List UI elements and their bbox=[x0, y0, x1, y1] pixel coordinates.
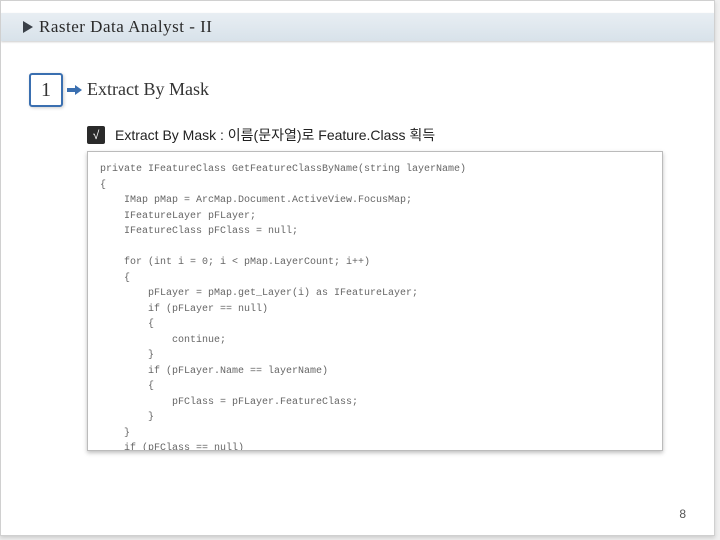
subtitle-text: Extract By Mask : 이름(문자열)로 Feature.Class… bbox=[115, 125, 435, 145]
code-frame: private IFeatureClass GetFeatureClassByN… bbox=[87, 151, 663, 451]
arrow-right-icon bbox=[67, 86, 81, 96]
title-band: Raster Data Analyst - II bbox=[1, 13, 714, 41]
slide: Raster Data Analyst - II 1 Extract By Ma… bbox=[0, 0, 715, 536]
step-number: 1 bbox=[41, 79, 51, 102]
slide-title: Raster Data Analyst - II bbox=[39, 17, 212, 37]
subtitle-row: √ Extract By Mask : 이름(문자열)로 Feature.Cla… bbox=[87, 125, 435, 145]
step-number-box: 1 bbox=[29, 73, 63, 107]
section-title: Extract By Mask bbox=[87, 79, 209, 100]
code-block: private IFeatureClass GetFeatureClassByN… bbox=[100, 162, 650, 451]
chevron-right-icon bbox=[23, 21, 33, 33]
page-number: 8 bbox=[679, 507, 686, 521]
check-icon: √ bbox=[87, 126, 105, 144]
